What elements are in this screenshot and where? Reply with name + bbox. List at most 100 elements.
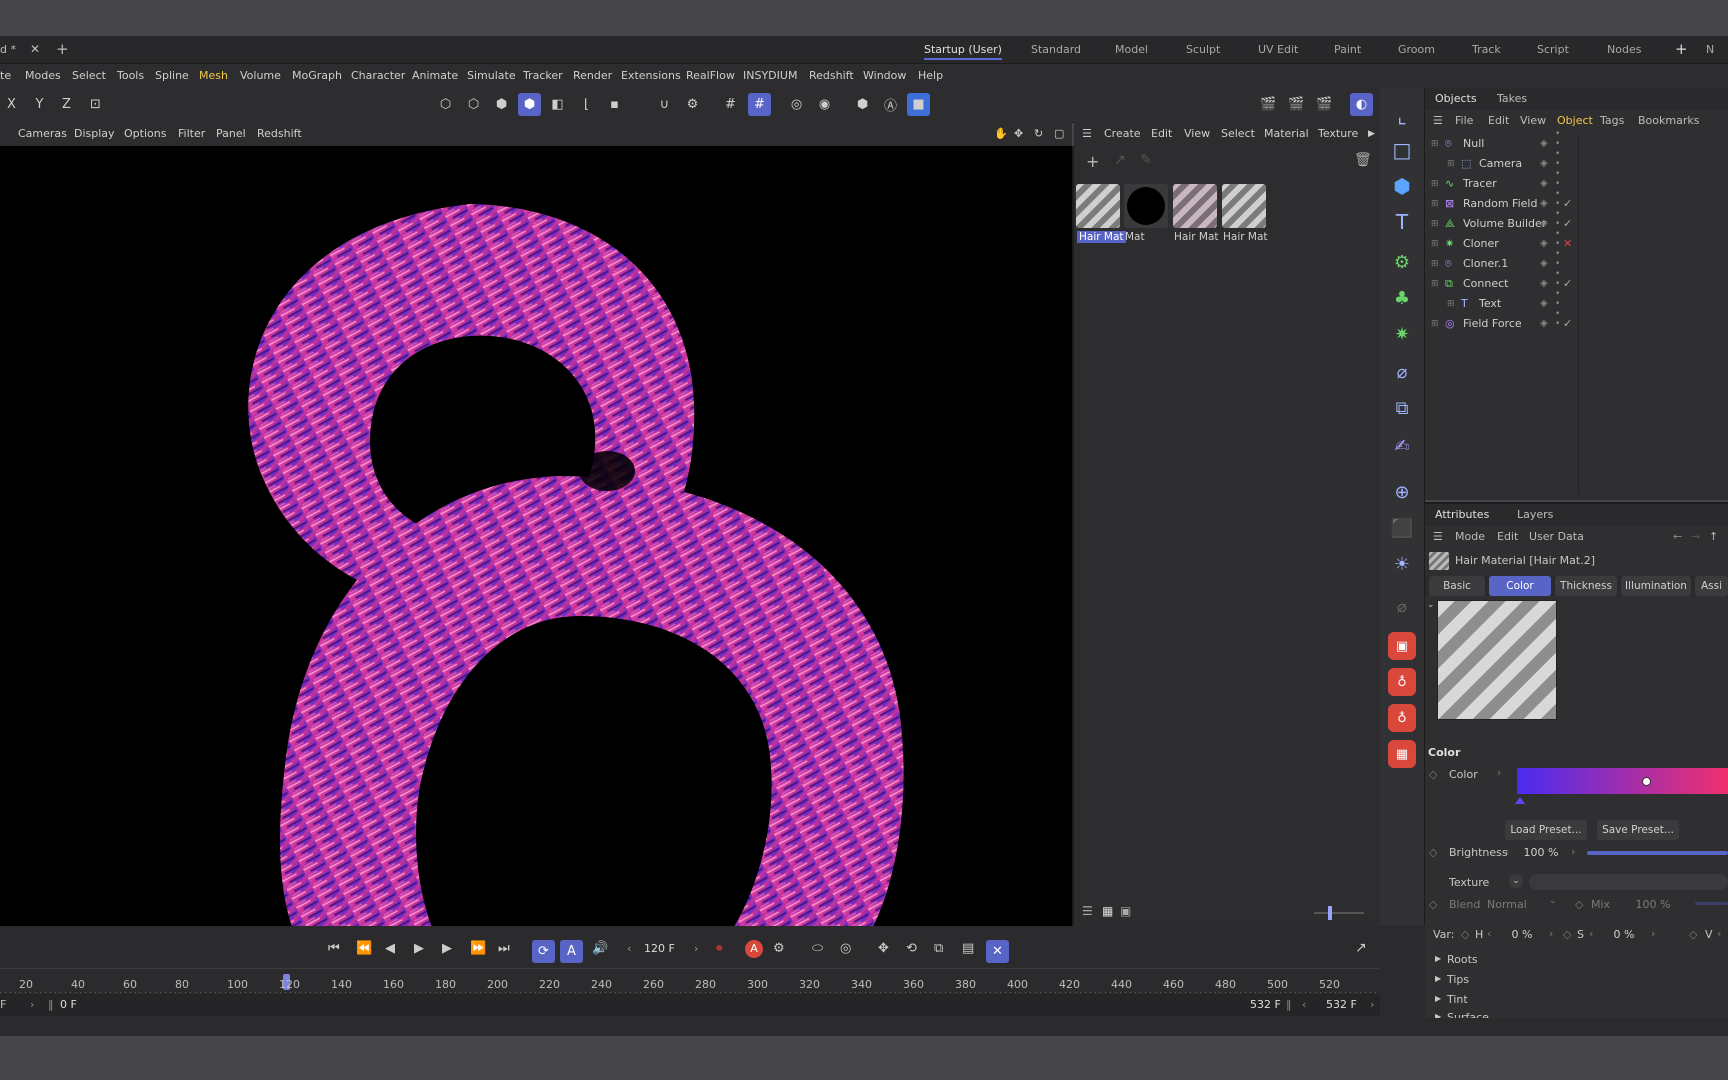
redshift-dome-light-icon[interactable]: ▦ — [1388, 740, 1416, 768]
menu-animate[interactable]: Animate — [412, 64, 458, 88]
layout-paint[interactable]: Paint — [1334, 36, 1361, 63]
end-frame-field[interactable]: 532 F — [1326, 998, 1357, 1011]
record-icon[interactable]: ⏺ — [716, 941, 723, 956]
h-field[interactable]: 0 % — [1497, 926, 1547, 944]
tree-expand-icon[interactable]: ⊞ — [1431, 254, 1439, 274]
uv-mode-icon[interactable]: ◧ — [546, 93, 569, 116]
save-preset-button[interactable]: Save Preset... — [1597, 820, 1679, 840]
add-material-icon[interactable]: + — [1086, 152, 1099, 171]
menu-window[interactable]: Window — [863, 64, 906, 88]
group-roots[interactable]: Roots — [1447, 953, 1478, 966]
pan-icon[interactable]: ✋ — [994, 122, 1008, 146]
visibility-dots-icon[interactable]: • • — [1555, 169, 1560, 189]
deformer-icon[interactable]: ⌀ — [1388, 358, 1416, 386]
menu-help[interactable]: Help — [918, 64, 943, 88]
visibility-dots-icon[interactable]: • • — [1555, 189, 1560, 209]
object-row[interactable]: ⊞ T Text ◈ • • — [1425, 289, 1728, 314]
redshift-logo-icon[interactable]: ■ — [907, 93, 930, 116]
tree-expand-icon[interactable]: ⊞ — [1431, 234, 1439, 254]
texture-dropdown-icon[interactable]: ⌄ — [1509, 874, 1523, 888]
visibility-dots-icon[interactable]: • • — [1555, 289, 1560, 309]
s-field[interactable]: 0 % — [1599, 926, 1649, 944]
layout-nodes[interactable]: Nodes — [1607, 36, 1641, 63]
list-view-icon[interactable]: ☰ — [1082, 904, 1093, 918]
object-name[interactable]: Null — [1463, 134, 1484, 154]
magnet-icon[interactable]: ∪ — [653, 93, 676, 116]
visibility-dots-icon[interactable]: • • — [1555, 249, 1560, 269]
mat-menu-more-icon[interactable]: ▶ — [1368, 122, 1375, 146]
keyframe-selection-icon[interactable]: ⬭ — [812, 941, 823, 956]
layout-track[interactable]: Track — [1472, 36, 1501, 63]
menu-select[interactable]: Select — [72, 64, 106, 88]
spline-pen-icon[interactable]: ✍ — [1388, 432, 1416, 460]
timeline-graph-icon[interactable]: ↗ — [1355, 940, 1367, 956]
mat-menu-texture[interactable]: Texture — [1318, 122, 1358, 146]
menu-realflow[interactable]: RealFlow — [686, 64, 735, 88]
subtab-basic[interactable]: Basic — [1429, 576, 1485, 596]
subtab-color[interactable]: Color — [1489, 576, 1551, 596]
position-key-icon[interactable]: ✥ — [878, 941, 889, 956]
close-tab-icon[interactable]: ✕ — [30, 36, 40, 63]
obj-menu-edit[interactable]: Edit — [1488, 110, 1509, 132]
snap-enabled-icon[interactable]: # — [748, 93, 771, 116]
menu-mograph[interactable]: MoGraph — [292, 64, 342, 88]
roots-expand-icon[interactable]: ▶ — [1435, 954, 1441, 963]
h-decrement-icon[interactable]: ‹ — [1487, 927, 1491, 940]
load-preset-button[interactable]: Load Preset... — [1505, 820, 1587, 840]
enabled-check-icon[interactable]: ✓ — [1563, 274, 1572, 294]
brightness-increment-icon[interactable]: › — [1571, 845, 1575, 858]
tab-takes[interactable]: Takes — [1497, 88, 1527, 110]
layer-icon[interactable]: ◈ — [1540, 254, 1548, 274]
enabled-check-icon[interactable]: ✓ — [1563, 314, 1572, 334]
tree-expand-icon[interactable]: ⊞ — [1431, 134, 1439, 154]
layout-sculpt[interactable]: Sculpt — [1186, 36, 1220, 63]
visibility-dots-icon[interactable]: • • — [1555, 149, 1560, 169]
settings-gear-icon[interactable]: ⚙ — [681, 93, 704, 116]
render-picture-viewer-icon[interactable]: 🎬 — [1285, 93, 1308, 116]
attr-menu-hamburger-icon[interactable]: ☰ — [1433, 526, 1443, 548]
brightness-slider[interactable] — [1587, 851, 1728, 855]
field-icon[interactable]: ⧉ — [1388, 394, 1416, 422]
redshift-render-view-icon[interactable]: ▣ — [1388, 632, 1416, 660]
material-label[interactable]: Hair Mat — [1174, 231, 1219, 243]
color-gradient-bar[interactable] — [1517, 768, 1728, 794]
enabled-check-icon[interactable]: ✓ — [1563, 214, 1572, 234]
frame-increment-icon[interactable]: › — [694, 942, 698, 955]
thumbnail-size-slider[interactable] — [1314, 912, 1364, 914]
menu-redshift[interactable]: Redshift — [809, 64, 854, 88]
menu-simulate[interactable]: Simulate — [467, 64, 516, 88]
vp-menu-redshift[interactable]: Redshift — [257, 122, 302, 146]
sound-icon[interactable]: 🔊 — [592, 941, 608, 956]
enabled-check-icon[interactable]: ✓ — [1563, 194, 1572, 214]
grid-snap-icon[interactable]: # — [719, 93, 742, 116]
texture-mode-icon[interactable]: ▪ — [603, 93, 626, 116]
object-name[interactable]: Volume Builder — [1463, 214, 1546, 234]
document-tab[interactable]: d * — [0, 36, 16, 63]
range-left-arrow-icon[interactable]: › — [30, 998, 34, 1011]
mat-menu-material[interactable]: Material — [1264, 122, 1309, 146]
brightness-decrement-icon[interactable]: ‹ — [1505, 845, 1509, 858]
material-swatch[interactable] — [1124, 184, 1168, 228]
group-tint[interactable]: Tint — [1447, 993, 1468, 1006]
subtab-assign[interactable]: Assi — [1695, 576, 1728, 596]
3d-viewport[interactable] — [0, 146, 1074, 926]
edges-mode-icon[interactable]: ⬡ — [462, 93, 485, 116]
visibility-dots-icon[interactable]: • • — [1555, 229, 1560, 249]
play-icon[interactable]: ▶ — [414, 941, 424, 956]
layout-standard[interactable]: Standard — [1031, 36, 1081, 63]
object-menu-hamburger-icon[interactable]: ☰ — [1433, 110, 1443, 132]
coordinate-system-icon[interactable]: ⊡ — [84, 93, 107, 116]
vp-menu-filter[interactable]: Filter — [178, 122, 205, 146]
enabled-check-icon[interactable]: ✕ — [1563, 234, 1572, 254]
material-swatch[interactable] — [1222, 184, 1266, 228]
select-object-icon[interactable]: ⌞ — [1388, 102, 1416, 130]
object-row[interactable]: ⊞ ⌾ Cloner.1 ◈ • • — [1425, 249, 1728, 274]
add-layout-icon[interactable]: + — [1675, 36, 1688, 63]
s-keyframe-icon[interactable]: ◇ — [1563, 928, 1571, 941]
object-row[interactable]: ⊞ ⟁ Volume Builder ◈ • • ✓ — [1425, 209, 1728, 234]
new-tab-icon[interactable]: + — [56, 36, 69, 63]
polygons-mode-icon[interactable]: ⬢ — [490, 93, 513, 116]
layer-icon[interactable]: ◈ — [1540, 194, 1548, 214]
visibility-dots-icon[interactable]: • • — [1555, 309, 1560, 329]
collapse-chevron-icon[interactable]: ⌄ — [1427, 600, 1435, 610]
